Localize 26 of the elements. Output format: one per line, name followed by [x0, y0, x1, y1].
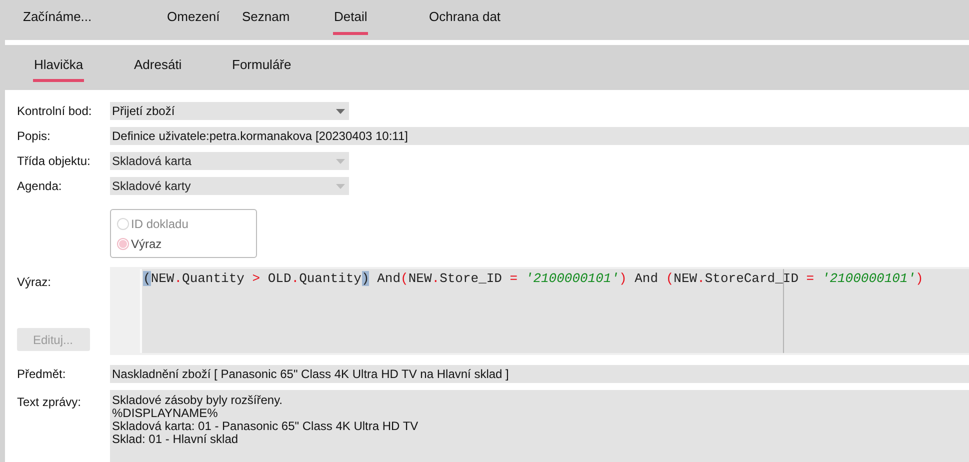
field-label: Třída objektu: — [17, 153, 92, 170]
field-label: Kontrolní bod: — [17, 103, 93, 120]
dropdown-arrow-icon — [336, 108, 345, 114]
tab[interactable]: Detail — [333, 5, 368, 35]
dropdown-arrow-icon — [336, 158, 345, 164]
field-label: Popis: — [17, 128, 52, 145]
code-editor[interactable]: (NEW.Quantity > OLD.Quantity) And(NEW.Store_ID = '2100000101') And (NEW.StoreCard_ID = '2100000101') — [110, 267, 969, 355]
text-field[interactable]: Naskladnění zboží [ Panasonic 65" Class 4K Ultra HD TV na Hlavní sklad ] — [110, 365, 969, 383]
tab[interactable]: Formuláře — [231, 52, 292, 82]
field-label: Výraz: — [17, 274, 52, 291]
dropdown-arrow-icon — [336, 184, 345, 188]
radio-option[interactable]: Výraz — [117, 234, 256, 252]
message-text-area[interactable]: Skladové zásoby byly rozšířeny. %DISPLAYNAME% Skladová karta: 01 - Panasonic 65" Class 4K Ultra HD TV Sklad: 01 - Hlavní sklad — [110, 390, 969, 462]
radio-circle-icon — [117, 238, 129, 250]
tab[interactable]: Omezení — [166, 5, 221, 35]
code-line: (NEW.Quantity > OLD.Quantity) And(NEW.Store_ID = '2100000101') And (NEW.StoreCard_ID = '2100000101') — [142, 270, 924, 288]
dropdown[interactable]: Přijetí zboží — [110, 102, 349, 120]
tab[interactable]: Začínáme... — [22, 5, 93, 35]
field-label: Předmět: — [17, 366, 67, 383]
tab[interactable]: Ochrana dat — [428, 5, 502, 35]
tab[interactable]: Hlavička — [33, 52, 84, 82]
text-field[interactable]: Definice uživatele:petra.kormanakova [20230403 10:11] — [110, 127, 969, 145]
field-label: Text zprávy: — [17, 394, 82, 411]
field-label: Agenda: — [17, 178, 63, 195]
tab[interactable]: Adresáti — [133, 52, 183, 82]
tab[interactable]: Seznam — [241, 5, 291, 35]
